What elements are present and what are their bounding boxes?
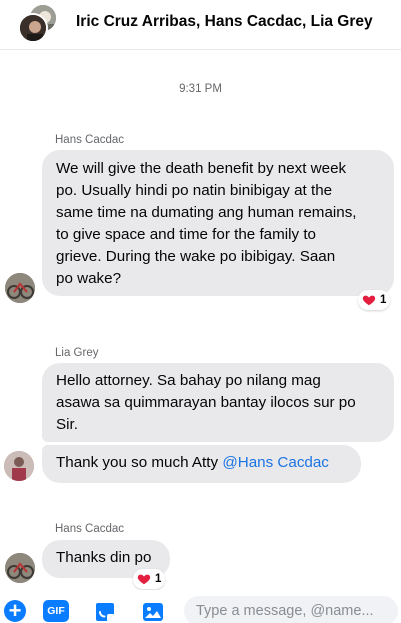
heart-icon	[137, 574, 151, 585]
group-avatar-member-2	[18, 13, 48, 43]
group-avatar[interactable]	[18, 3, 60, 45]
sender-name: Lia Grey	[55, 347, 99, 359]
message-line: po. Usually hindi po natin binibigay at …	[56, 182, 333, 199]
image-icon[interactable]	[141, 600, 165, 623]
message-input[interactable]	[184, 596, 398, 623]
message-timestamp: 9:31 PM	[179, 83, 222, 95]
reaction-count: 1	[155, 573, 162, 585]
message-text: Thanks din po	[56, 549, 152, 566]
avatar-lia-grey[interactable]	[4, 451, 34, 481]
message-line: We will give the death benefit by next w…	[56, 160, 347, 177]
message-text: Thank you so much Atty	[56, 454, 223, 471]
message-line: po wake?	[56, 270, 122, 287]
reaction-badge[interactable]: 1	[358, 290, 391, 310]
reaction-count: 1	[380, 294, 387, 306]
sender-name: Hans Cacdac	[55, 134, 125, 146]
message-line: Hello attorney. Sa bahay po nilang mag	[56, 372, 321, 389]
mention-link[interactable]: @Hans Cacdac	[222, 454, 329, 471]
heart-icon	[362, 295, 376, 306]
reaction-badge[interactable]: 1	[133, 569, 166, 589]
conversation-header: Iric Cruz Arribas, Hans Cacdac, Lia Grey	[0, 0, 401, 50]
message-line: same time na dumating ang human remains,	[56, 204, 357, 221]
avatar-hans-cacdac[interactable]	[5, 553, 35, 583]
message-bubble[interactable]: Hello attorney. Sa bahay po nilang mag a…	[42, 363, 394, 442]
plus-icon[interactable]: +	[4, 600, 26, 622]
message-bubble[interactable]: Thank you so much Atty @Hans Cacdac	[42, 445, 361, 483]
sender-name: Hans Cacdac	[55, 523, 125, 535]
sticker-icon[interactable]	[93, 600, 117, 623]
message-line: asawa sa quimmarayan bantay ilocos sur p…	[56, 394, 356, 411]
gif-button[interactable]: GIF	[43, 600, 69, 622]
avatar-hans-cacdac[interactable]	[5, 273, 35, 303]
message-line: grieve. During the wake po ibibigay. Saa…	[56, 248, 336, 265]
conversation-title[interactable]: Iric Cruz Arribas, Hans Cacdac, Lia Grey	[76, 13, 373, 31]
message-bubble[interactable]: We will give the death benefit by next w…	[42, 150, 394, 296]
message-line: Sir.	[56, 416, 78, 433]
message-line: to give space and time for the family to	[56, 226, 317, 243]
